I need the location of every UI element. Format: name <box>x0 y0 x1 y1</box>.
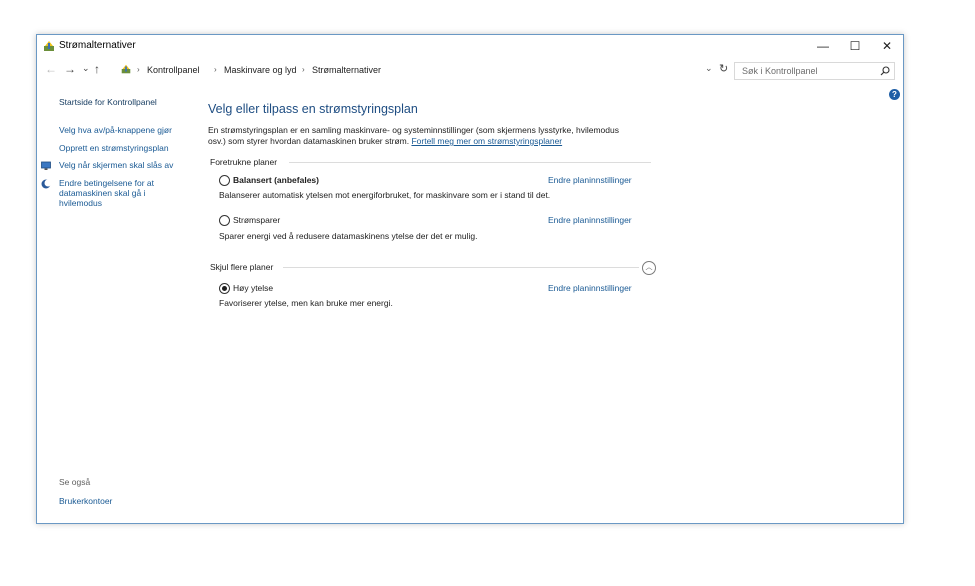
change-plan-settings-balanced[interactable]: Endre planinnstillinger <box>548 175 632 185</box>
search-input[interactable]: Søk i Kontrollpanel <box>734 62 895 80</box>
plan-description-balanced: Balanserer automatisk ytelsen mot energi… <box>219 190 551 200</box>
change-plan-settings-power-saver[interactable]: Endre planinnstillinger <box>548 215 632 225</box>
recent-locations-icon[interactable]: ⌄ <box>82 63 90 74</box>
minimize-button[interactable]: — <box>807 35 839 57</box>
search-icon[interactable] <box>880 66 890 76</box>
plan-description-power-saver: Sparer energi ved å redusere datamaskine… <box>219 231 478 241</box>
sidebar-link-display-off[interactable]: Velg når skjermen skal slås av <box>59 160 173 171</box>
sidebar-home-link[interactable]: Startside for Kontrollpanel <box>59 97 157 108</box>
sidebar-link-sleep-line-3[interactable]: hvilemodus <box>59 198 102 209</box>
back-arrow-icon[interactable]: ← <box>45 62 57 76</box>
breadcrumb-kontrollpanel[interactable]: Kontrollpanel <box>147 65 200 75</box>
maximize-button[interactable]: ☐ <box>839 35 871 57</box>
see-also-heading: Se også <box>59 477 91 487</box>
breadcrumb-maskinvare-og-lyd[interactable]: Maskinvare og lyd <box>224 65 297 75</box>
breadcrumb-stromalternativer[interactable]: Strømalternativer <box>312 65 381 75</box>
help-icon[interactable]: ? <box>889 89 900 100</box>
power-options-window: Strømalternativer — ☐ ✕ ← → ⌄ ↑ › Kontro… <box>36 34 904 524</box>
description-line-2: osv.) som styrer hvordan datamaskinen br… <box>208 136 410 146</box>
see-also-link-user-accounts[interactable]: Brukerkontoer <box>59 496 112 507</box>
page-title: Velg eller tilpass en strømstyringsplan <box>208 102 418 116</box>
search-placeholder: Søk i Kontrollpanel <box>742 66 818 76</box>
address-bar[interactable]: › Kontrollpanel › Maskinvare og lyd › St… <box>114 63 730 78</box>
breadcrumb-separator-icon: › <box>137 65 140 74</box>
close-button[interactable]: ✕ <box>871 35 903 57</box>
learn-more-link[interactable]: Fortell meg mer om strømstyringsplaner <box>411 136 562 146</box>
page-description: En strømstyringsplan er en samling maski… <box>208 125 678 147</box>
plan-name-balanced[interactable]: Balansert (anbefales) <box>233 175 319 185</box>
plan-radio-power-saver[interactable] <box>219 215 230 226</box>
power-options-icon <box>44 41 54 51</box>
plan-name-power-saver[interactable]: Strømsparer <box>233 215 280 225</box>
breadcrumb-separator-icon: › <box>214 65 217 74</box>
plan-radio-high-performance[interactable] <box>219 283 230 294</box>
title-bar: Strømalternativer — ☐ ✕ <box>37 35 903 57</box>
sidebar-link-power-buttons[interactable]: Velg hva av/på-knappene gjør <box>59 125 172 136</box>
address-dropdown-icon[interactable]: ⌄ <box>705 63 713 74</box>
section-divider <box>289 162 651 163</box>
moon-icon <box>41 179 51 189</box>
control-panel-icon <box>121 64 131 74</box>
change-plan-settings-high-performance[interactable]: Endre planinnstillinger <box>548 283 632 293</box>
refresh-icon[interactable]: ↻ <box>719 62 728 75</box>
chevron-up-icon[interactable]: ︿ <box>642 261 656 275</box>
description-line-1: En strømstyringsplan er en samling maski… <box>208 125 619 135</box>
monitor-icon <box>41 161 51 170</box>
plan-radio-balanced[interactable] <box>219 175 230 186</box>
plan-name-high-performance[interactable]: Høy ytelse <box>233 283 273 293</box>
up-arrow-icon[interactable]: ↑ <box>94 62 100 76</box>
forward-arrow-icon[interactable]: → <box>64 62 76 76</box>
breadcrumb-separator-icon: › <box>302 65 305 74</box>
sidebar-link-create-plan[interactable]: Opprett en strømstyringsplan <box>59 143 169 154</box>
preferred-plans-heading: Foretrukne planer <box>210 157 278 167</box>
section-divider <box>283 267 639 268</box>
hide-plans-heading[interactable]: Skjul flere planer <box>210 262 273 272</box>
plan-description-high-performance: Favoriserer ytelse, men kan bruke mer en… <box>219 298 393 308</box>
window-title: Strømalternativer <box>59 40 136 51</box>
